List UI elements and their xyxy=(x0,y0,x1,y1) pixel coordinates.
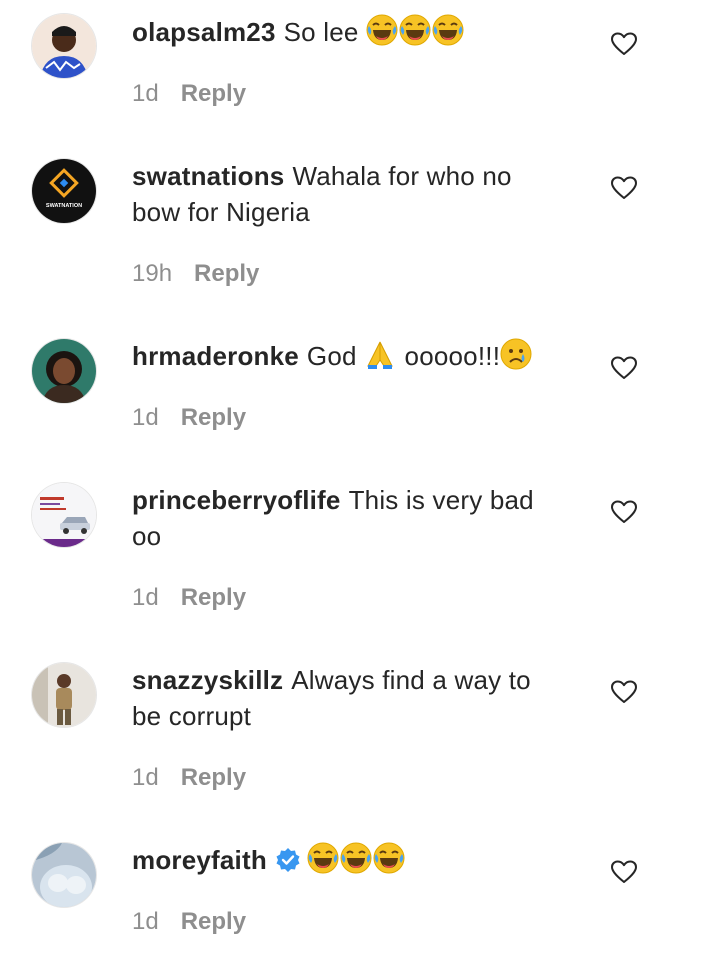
comment-timestamp: 1d xyxy=(132,404,159,431)
avatar-logo-caption: SWATNATION xyxy=(46,203,82,209)
verified-badge-icon xyxy=(276,848,300,872)
comment-username[interactable]: hrmaderonke xyxy=(132,341,299,371)
laughing-tears-emoji-icon xyxy=(432,14,464,46)
comment-meta: 19h Reply xyxy=(132,259,259,289)
avatar[interactable] xyxy=(32,339,96,403)
comment-meta: 1d Reply xyxy=(132,907,246,937)
avatar[interactable] xyxy=(32,843,96,907)
reply-button[interactable]: Reply xyxy=(181,404,246,431)
like-heart-icon[interactable] xyxy=(611,356,637,380)
like-heart-icon[interactable] xyxy=(611,680,637,704)
reply-button[interactable]: Reply xyxy=(194,260,259,287)
laughing-tears-emoji-icon xyxy=(366,14,398,46)
avatar[interactable] xyxy=(32,14,96,78)
comment-timestamp: 1d xyxy=(132,908,159,935)
comment-username[interactable]: swatnations xyxy=(132,161,284,191)
laughing-tears-emoji-icon xyxy=(373,842,405,874)
reply-button[interactable]: Reply xyxy=(181,80,246,107)
folded-hands-emoji-icon xyxy=(367,341,393,369)
comment-body: God xyxy=(306,341,357,371)
like-heart-icon[interactable] xyxy=(611,500,637,524)
laughing-tears-emoji-icon xyxy=(399,14,431,46)
comment-timestamp: 19h xyxy=(132,260,173,287)
reply-button[interactable]: Reply xyxy=(181,584,246,611)
comment-username[interactable]: princeberryoflife xyxy=(132,485,341,515)
comment-meta: 1d Reply xyxy=(132,403,246,433)
comment-text: olapsalm23 So lee xyxy=(132,14,562,50)
crying-face-emoji-icon xyxy=(500,338,532,370)
comment-body: So lee xyxy=(283,17,359,47)
reply-button[interactable]: Reply xyxy=(181,764,246,791)
like-heart-icon[interactable] xyxy=(611,860,637,884)
laughing-tears-emoji-icon xyxy=(307,842,339,874)
comment-text: hrmaderonke God ooooo!!! xyxy=(132,338,562,374)
comment-text: princeberryoflife This is very bad oo xyxy=(132,482,562,554)
comment-text: moreyfaith xyxy=(132,842,562,878)
avatar[interactable] xyxy=(32,483,96,547)
like-heart-icon[interactable] xyxy=(611,32,637,56)
comment-username[interactable]: moreyfaith xyxy=(132,845,267,875)
laughing-tears-emoji-icon xyxy=(340,842,372,874)
comment-body-suffix: ooooo!!! xyxy=(404,341,501,371)
comment-timestamp: 1d xyxy=(132,80,159,107)
comment-username[interactable]: olapsalm23 xyxy=(132,17,276,47)
comment-timestamp: 1d xyxy=(132,764,159,791)
comment-meta: 1d Reply xyxy=(132,583,246,613)
avatar[interactable] xyxy=(32,663,96,727)
comment-timestamp: 1d xyxy=(132,584,159,611)
comment-text: swatnations Wahala for who no bow for Nig… xyxy=(132,158,562,230)
like-heart-icon[interactable] xyxy=(611,176,637,200)
comment-meta: 1d Reply xyxy=(132,763,246,793)
reply-button[interactable]: Reply xyxy=(181,908,246,935)
comment-text: snazzyskillz Always find a way to be corr… xyxy=(132,662,562,734)
avatar[interactable]: SWATNATION xyxy=(32,159,96,223)
comment-username[interactable]: snazzyskillz xyxy=(132,665,283,695)
comment-meta: 1d Reply xyxy=(132,79,246,109)
